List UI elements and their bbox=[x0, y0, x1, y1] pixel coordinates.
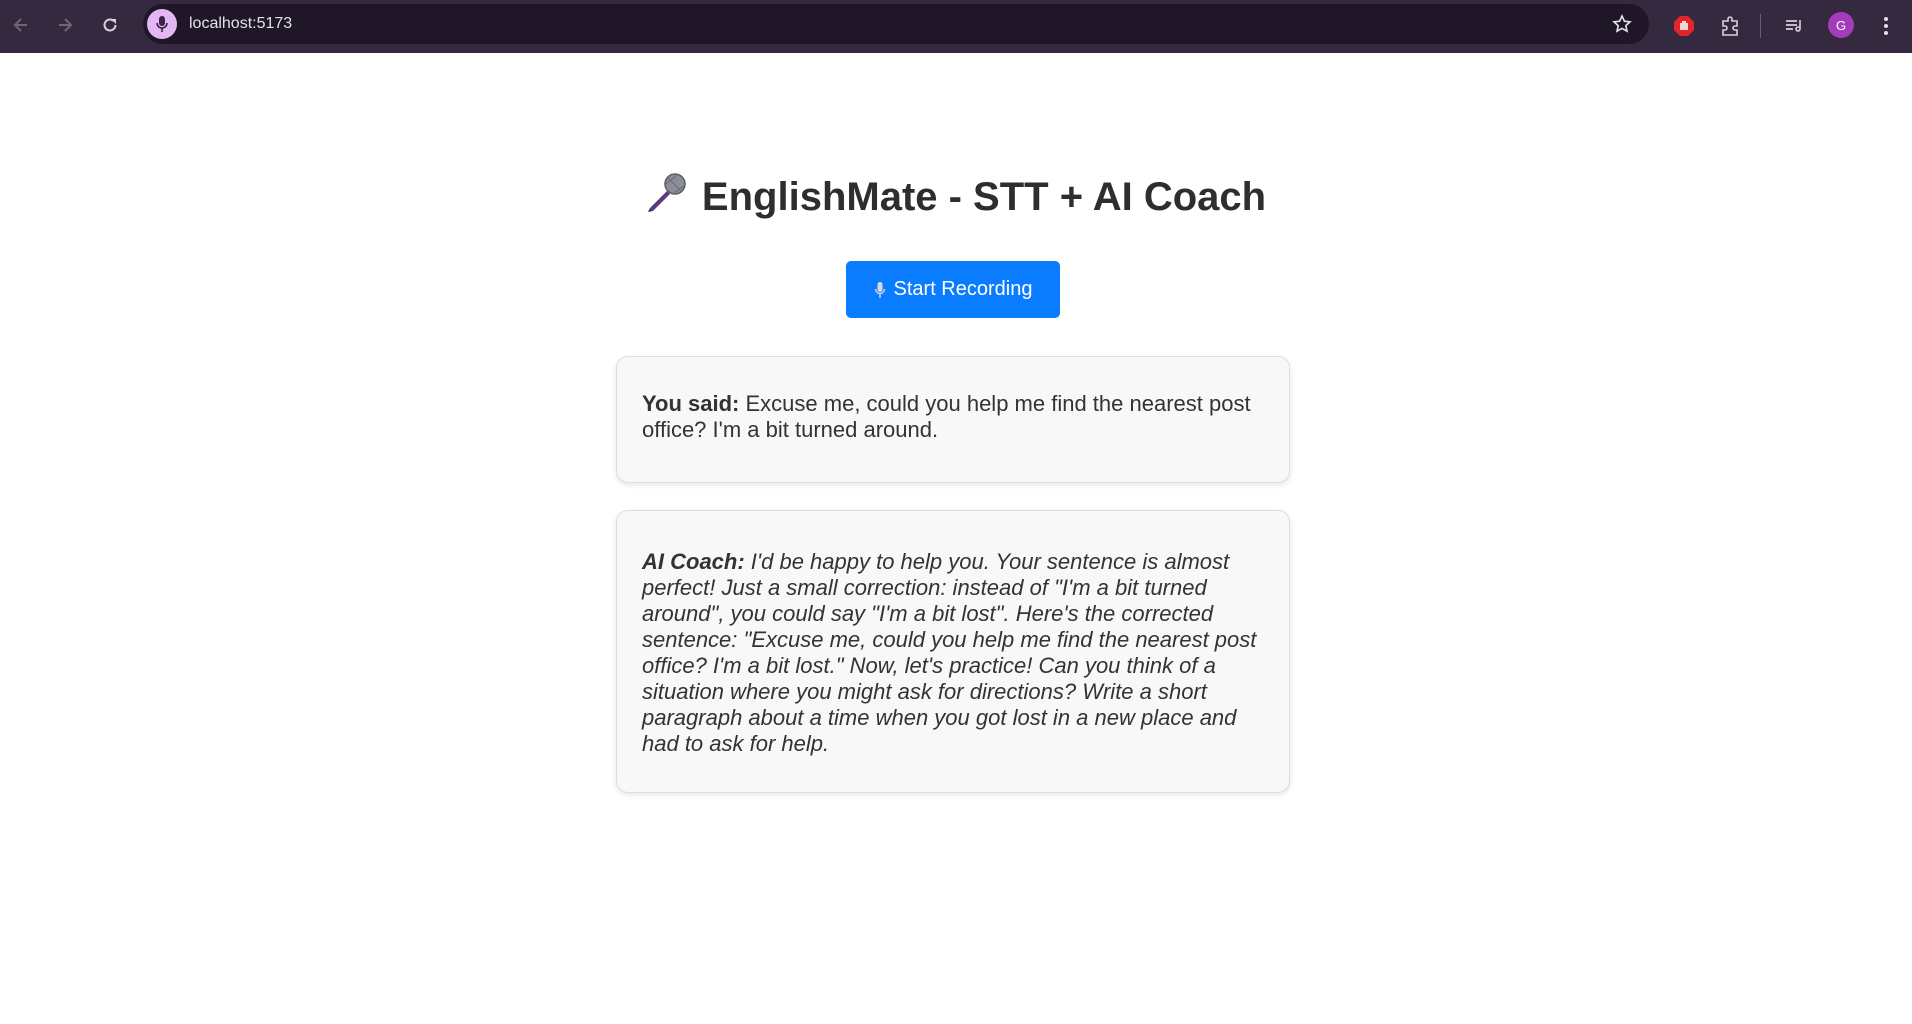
browser-menu-button[interactable] bbox=[1876, 12, 1896, 40]
site-info-button[interactable] bbox=[147, 9, 177, 39]
microphone-icon bbox=[874, 281, 885, 298]
bookmark-button[interactable] bbox=[1611, 13, 1633, 35]
back-button[interactable] bbox=[6, 10, 36, 40]
microphone-icon bbox=[647, 173, 686, 212]
microphone-icon bbox=[156, 16, 168, 32]
back-arrow-icon bbox=[13, 18, 27, 32]
extensions-menu-button[interactable] bbox=[1716, 12, 1744, 40]
user-transcript-card: You said: Excuse me, could you help me f… bbox=[616, 356, 1290, 483]
forward-arrow-icon bbox=[59, 18, 73, 32]
browser-toolbar: localhost:5173 G bbox=[0, 0, 1912, 53]
start-recording-button[interactable]: Start Recording bbox=[846, 261, 1060, 318]
address-bar[interactable]: localhost:5173 bbox=[143, 4, 1649, 44]
user-transcript-label: You said: bbox=[642, 391, 740, 416]
reload-icon bbox=[103, 18, 117, 32]
page-title: EnglishMate - STT + AI Coach bbox=[0, 172, 1912, 220]
page-title-text: EnglishMate - STT + AI Coach bbox=[701, 175, 1267, 219]
media-control-button[interactable] bbox=[1780, 12, 1808, 40]
more-vertical-icon bbox=[1884, 17, 1888, 35]
toolbar-divider bbox=[1760, 14, 1761, 38]
ai-coach-label: AI Coach: bbox=[642, 549, 745, 574]
extension-button[interactable] bbox=[1670, 12, 1698, 40]
url-text: localhost:5173 bbox=[189, 15, 293, 32]
start-recording-label: Start Recording bbox=[893, 278, 1033, 300]
reload-button[interactable] bbox=[95, 10, 125, 40]
stop-hand-icon bbox=[1674, 16, 1694, 36]
ai-coach-text: I'd be happy to help you. Your sentence … bbox=[642, 549, 1257, 756]
star-icon bbox=[1612, 14, 1632, 33]
profile-avatar[interactable]: G bbox=[1828, 12, 1854, 38]
ai-coach-card: AI Coach: I'd be happy to help you. Your… bbox=[616, 510, 1290, 793]
puzzle-icon bbox=[1722, 16, 1738, 36]
playlist-icon bbox=[1786, 20, 1801, 32]
forward-button[interactable] bbox=[50, 10, 80, 40]
